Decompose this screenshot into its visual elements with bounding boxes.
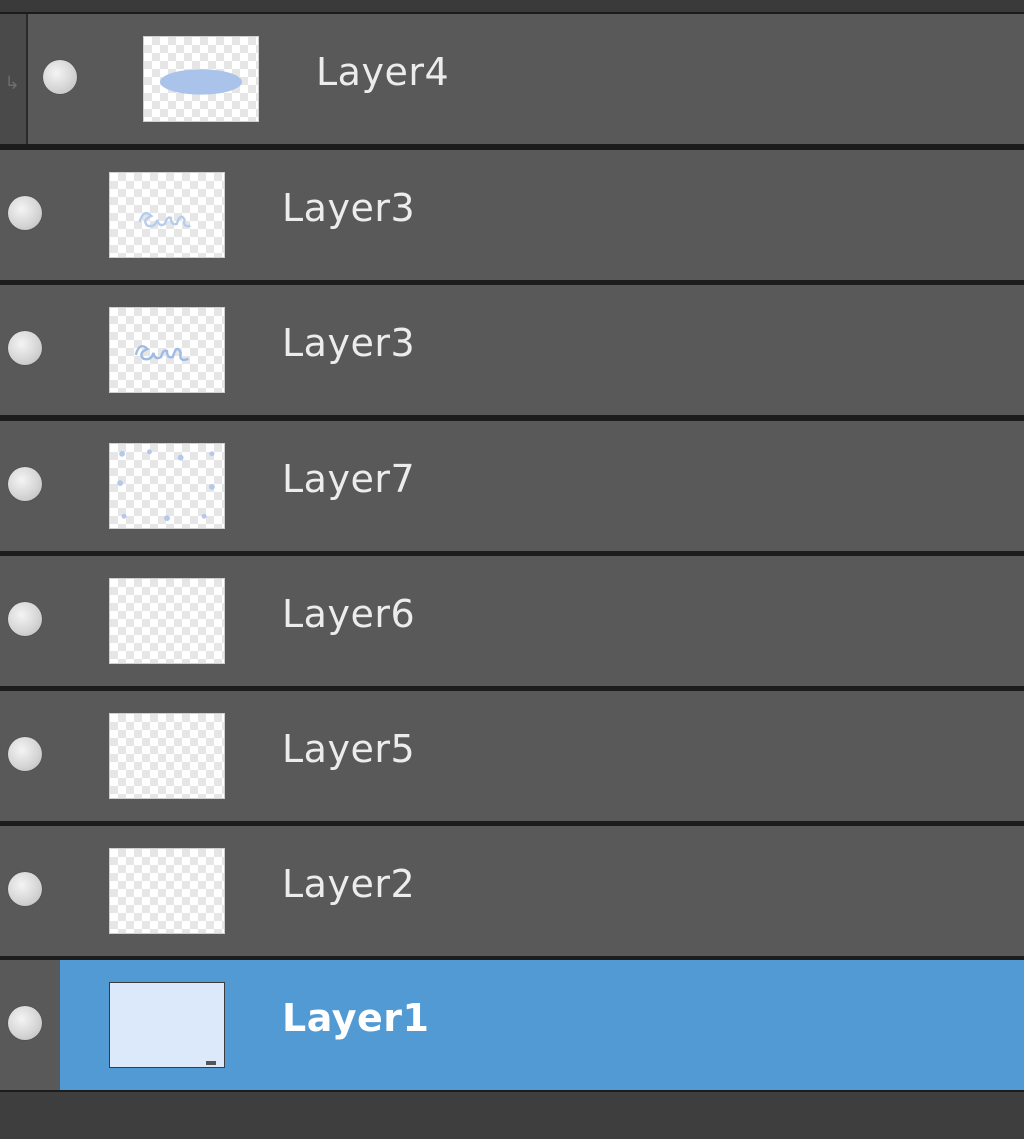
layer-thumbnail [109,172,225,258]
scattered-dots-icon [117,449,215,522]
layer-thumbnail [109,848,225,934]
visibility-toggle-icon[interactable] [8,872,42,906]
visibility-toggle-icon[interactable] [8,602,42,636]
layer-name: Layer3 [282,186,416,230]
clip-arrow-icon: ↳ [4,73,20,94]
layer-row-layer4[interactable]: ↳ Layer4 [0,14,1024,144]
layer-thumbnail [109,982,225,1068]
thumbnail-corner-mark [206,1061,216,1065]
scribble-text-icon [138,211,191,228]
layer-name: Layer5 [282,727,416,771]
panel-bottom-area [0,1092,1024,1139]
layer-name: Layer6 [282,592,416,636]
layer-row-layer3-copy[interactable]: Layer3 [0,285,1024,415]
layer-name: Layer4 [316,50,450,94]
ellipse-shape-icon [159,69,243,95]
layer-row-layer6[interactable]: Layer6 [0,556,1024,686]
layer-row-layer1[interactable]: Layer1 [0,960,1024,1090]
scribble-text-icon [134,344,189,362]
layer-row-layer5[interactable]: Layer5 [0,691,1024,821]
layer-thumbnail [109,443,225,529]
layer-name: Layer3 [282,321,416,365]
layer-thumbnail [109,578,225,664]
layer-name: Layer2 [282,862,416,906]
clip-indicator: ↳ [0,14,28,144]
visibility-toggle-icon[interactable] [8,331,42,365]
layer-row-layer3[interactable]: Layer3 [0,150,1024,280]
layers-panel: ↳ Layer4 Layer3 Layer3 Layer7 Layer6 Lay… [0,0,1024,1139]
layer-row-layer7[interactable]: Layer7 [0,421,1024,551]
visibility-toggle-icon[interactable] [43,60,77,94]
layer-thumbnail [109,307,225,393]
layer-name: Layer7 [282,457,416,501]
visibility-toggle-icon[interactable] [8,737,42,771]
visibility-toggle-icon[interactable] [8,196,42,230]
layer-thumbnail [109,713,225,799]
layer-name: Layer1 [282,996,430,1040]
visibility-toggle-icon[interactable] [8,1006,42,1040]
layer-row-layer2[interactable]: Layer2 [0,826,1024,956]
layer-thumbnail [143,36,259,122]
visibility-toggle-icon[interactable] [8,467,42,501]
panel-top-edge [0,0,1024,12]
